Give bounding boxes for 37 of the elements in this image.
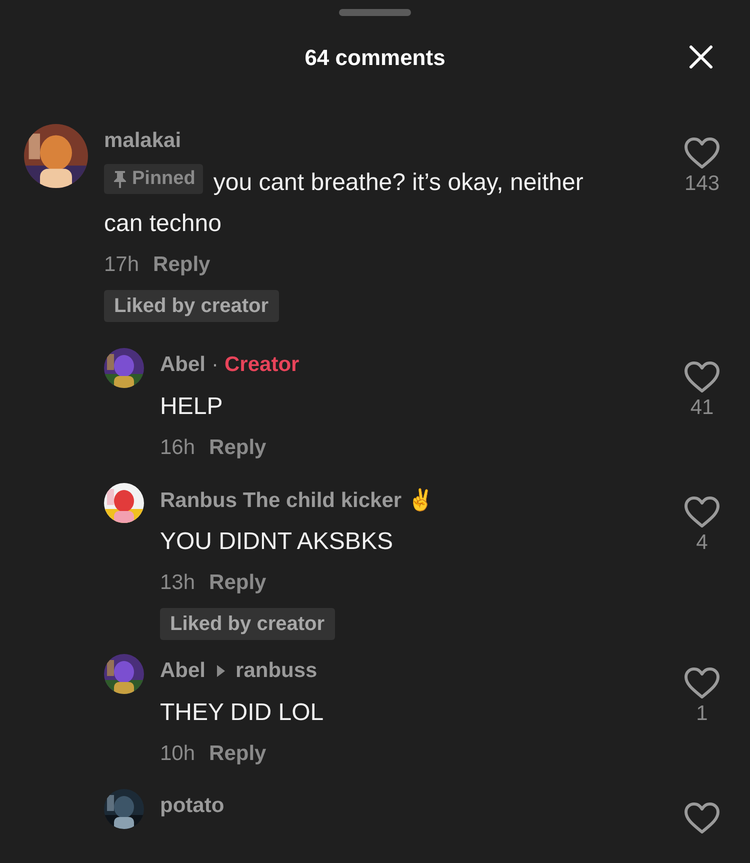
sheet-title: 64 comments xyxy=(304,45,446,71)
heart-icon[interactable] xyxy=(683,666,721,700)
username[interactable]: malakai xyxy=(104,129,182,153)
close-icon[interactable] xyxy=(688,44,714,70)
comment-text: HELP xyxy=(160,392,223,422)
timestamp: 16h xyxy=(160,436,196,460)
heart-icon[interactable] xyxy=(683,801,721,835)
username[interactable]: potato xyxy=(160,794,224,818)
creator-label: Creator xyxy=(224,353,300,377)
heart-icon[interactable] xyxy=(683,495,721,529)
like-count: 143 xyxy=(684,172,720,196)
reply-to-username[interactable]: ranbuss xyxy=(236,659,318,683)
pinned-badge: Pinned xyxy=(104,164,204,194)
reply-button[interactable]: Reply xyxy=(153,253,210,277)
timestamp: 13h xyxy=(160,571,196,595)
liked-by-creator-badge: Liked by creator xyxy=(104,290,279,322)
pin-icon xyxy=(112,170,128,188)
username[interactable]: Abel xyxy=(160,659,206,683)
drag-handle[interactable] xyxy=(339,9,411,16)
timestamp: 17h xyxy=(104,253,140,277)
reply-button[interactable]: Reply xyxy=(209,436,266,460)
like-count: 4 xyxy=(696,531,708,555)
heart-icon[interactable] xyxy=(683,136,721,170)
heart-icon[interactable] xyxy=(683,360,721,394)
comment-text: Pinned you cant breathe? it’s okay, neither can techno xyxy=(104,162,604,244)
liked-by-creator-badge: Liked by creator xyxy=(160,608,335,640)
caret-icon xyxy=(216,664,226,678)
reply-button[interactable]: Reply xyxy=(209,571,266,595)
timestamp: 10h xyxy=(160,742,196,766)
like-count: 41 xyxy=(690,396,714,420)
username[interactable]: Ranbus The child kicker ✌ xyxy=(160,488,434,512)
like-count: 1 xyxy=(696,702,708,726)
comment-text: THEY DID LOL xyxy=(160,698,324,728)
separator-dot: · xyxy=(212,353,219,377)
username[interactable]: Abel xyxy=(160,353,206,377)
reply-button[interactable]: Reply xyxy=(209,742,266,766)
comment-text: YOU DIDNT AKSBKS xyxy=(160,527,393,557)
